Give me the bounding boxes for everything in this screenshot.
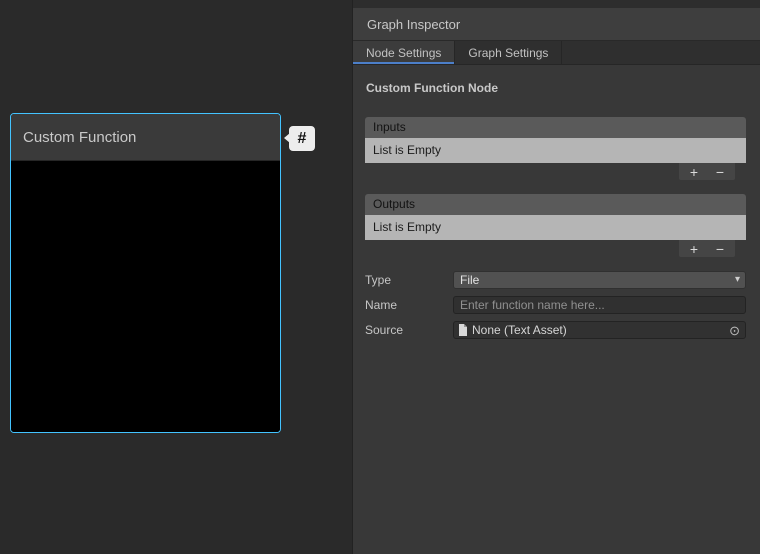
inspector-titlebar[interactable]: Graph Inspector	[353, 8, 760, 41]
tab-graph-settings[interactable]: Graph Settings	[455, 41, 562, 64]
type-dropdown-value: File	[460, 273, 479, 287]
outputs-list-header: Outputs	[365, 194, 746, 215]
name-row: Name	[365, 296, 746, 314]
type-row: Type File ▾	[365, 271, 746, 289]
hash-badge-icon: #	[289, 126, 315, 151]
graph-canvas[interactable]: Custom Function #	[0, 0, 352, 554]
node-header[interactable]: Custom Function	[11, 114, 280, 161]
type-dropdown[interactable]: File ▾	[453, 271, 746, 289]
inputs-add-button[interactable]: +	[683, 164, 705, 180]
inputs-list-empty-row: List is Empty	[365, 138, 746, 163]
name-input[interactable]	[453, 296, 746, 314]
inspector-top-strip	[353, 0, 760, 8]
outputs-list-footer: + −	[678, 240, 736, 258]
object-picker-icon[interactable]: ⊙	[729, 324, 741, 337]
source-label: Source	[365, 323, 453, 337]
graph-inspector-panel: Graph Inspector Node Settings Graph Sett…	[352, 0, 760, 554]
inspector-title: Graph Inspector	[367, 17, 460, 32]
type-label: Type	[365, 273, 453, 287]
outputs-list-empty-row: List is Empty	[365, 215, 746, 240]
outputs-remove-button[interactable]: −	[709, 241, 731, 257]
section-title: Custom Function Node	[366, 81, 746, 95]
inspector-content: Custom Function Node Inputs List is Empt…	[353, 65, 760, 339]
inputs-list-footer: + −	[678, 163, 736, 181]
tab-node-settings-label: Node Settings	[366, 46, 441, 60]
text-asset-icon	[458, 324, 468, 336]
tab-graph-settings-label: Graph Settings	[468, 46, 548, 60]
node-title: Custom Function	[23, 129, 136, 146]
node-body	[11, 161, 280, 432]
source-object-value: None (Text Asset)	[472, 323, 567, 337]
source-object-field[interactable]: None (Text Asset) ⊙	[453, 321, 746, 339]
chevron-down-icon: ▾	[735, 275, 740, 285]
outputs-list: Outputs List is Empty + −	[365, 194, 746, 258]
inputs-list-header: Inputs	[365, 117, 746, 138]
source-row: Source None (Text Asset) ⊙	[365, 321, 746, 339]
custom-function-node[interactable]: Custom Function	[10, 113, 281, 433]
inputs-remove-button[interactable]: −	[709, 164, 731, 180]
outputs-add-button[interactable]: +	[683, 241, 705, 257]
name-label: Name	[365, 298, 453, 312]
tab-node-settings[interactable]: Node Settings	[353, 41, 455, 64]
inspector-tab-bar: Node Settings Graph Settings	[353, 41, 760, 65]
inputs-list: Inputs List is Empty + −	[365, 117, 746, 181]
